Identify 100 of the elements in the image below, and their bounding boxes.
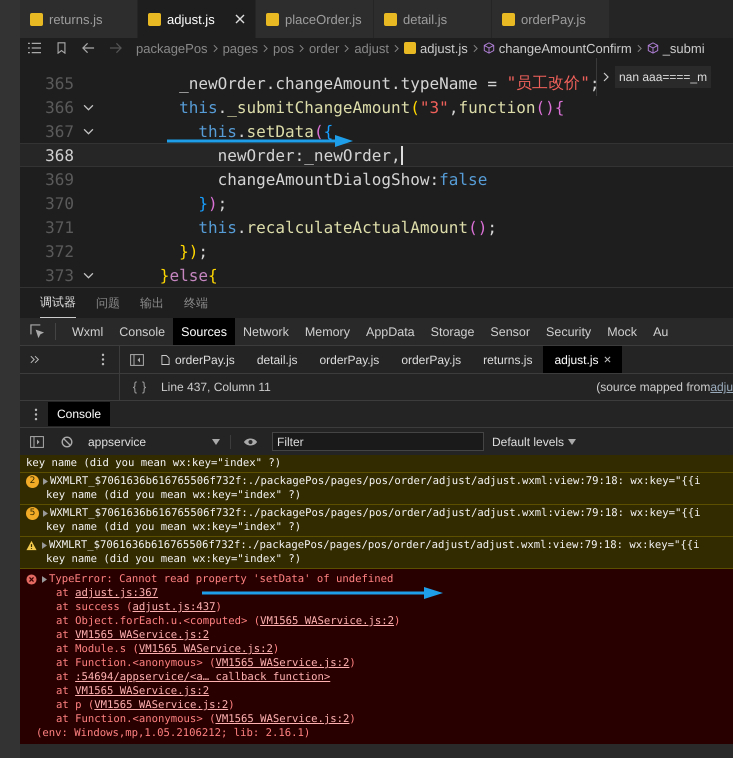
panel-tab[interactable]: 终端 xyxy=(184,288,208,318)
devtools-tab[interactable]: Storage xyxy=(422,318,482,345)
expand-triangle-icon[interactable] xyxy=(43,478,48,484)
editor-tab[interactable]: adjust.js xyxy=(138,0,256,38)
code-line: }else{ xyxy=(158,266,218,284)
sidebar-toggle-icon[interactable] xyxy=(30,436,44,448)
filter-field[interactable]: Filter xyxy=(272,432,484,451)
message-text: (env: Windows,mp,1.05.2106212; lib: 2.16.1) xyxy=(35,726,312,740)
panel-tab[interactable]: 问题 xyxy=(96,288,120,318)
more-icon[interactable] xyxy=(101,353,105,366)
stack-link[interactable]: VM1565 WAService.js:2 xyxy=(75,629,210,641)
js-file-icon xyxy=(384,12,397,26)
clear-console-icon[interactable] xyxy=(60,436,74,448)
devtools-tab[interactable]: Memory xyxy=(296,318,358,345)
stack-text: at xyxy=(56,629,70,641)
stack-link[interactable]: :54694/appservice/<a… callback function> xyxy=(75,671,330,683)
stack-text: at xyxy=(56,685,70,697)
js-file-icon xyxy=(148,12,161,26)
breadcrumb-item[interactable]: pos xyxy=(272,40,294,56)
devtools-tab[interactable]: AppData xyxy=(358,318,423,345)
close-icon[interactable] xyxy=(235,14,245,24)
source-link[interactable]: adju xyxy=(710,380,733,394)
code-line: }); xyxy=(178,242,208,260)
devtools-tab[interactable]: Security xyxy=(538,318,600,345)
editor-tab[interactable]: placeOrder.js xyxy=(256,0,374,38)
message-text: TypeError: Cannot read property 'setData' of undefined xyxy=(49,573,394,585)
breadcrumb-item[interactable]: _submi xyxy=(662,40,705,56)
stack-text: ) xyxy=(349,713,356,725)
expand-triangle-icon[interactable] xyxy=(42,576,47,582)
eye-icon[interactable] xyxy=(243,436,258,446)
pretty-print-icon[interactable] xyxy=(132,380,147,394)
context-dropdown[interactable]: appservice xyxy=(88,434,231,448)
source-file-tab[interactable]: returns.js xyxy=(472,346,544,373)
expand-triangle-icon[interactable] xyxy=(43,510,48,516)
stack-link[interactable]: VM1565 WAService.js:2 xyxy=(94,699,228,711)
devtools-tab[interactable]: Console xyxy=(111,318,174,345)
back-arrow-icon[interactable] xyxy=(82,42,95,54)
devtools-tab[interactable]: Wxml xyxy=(64,318,112,345)
devtools-tab[interactable]: Sources xyxy=(173,318,235,345)
chevron-icon xyxy=(212,44,218,52)
stack-link[interactable]: VM1565 WAService.js:2 xyxy=(138,643,273,655)
cube-icon xyxy=(646,42,659,54)
source-file-tab[interactable]: orderPay.js xyxy=(150,346,246,373)
dropdown-arrow-icon xyxy=(568,438,576,444)
levels-dropdown[interactable]: Default levels xyxy=(492,434,576,448)
code-line: this.recalculateActualAmount(); xyxy=(197,218,497,236)
devtools-tab[interactable]: Au xyxy=(645,318,676,345)
breadcrumb-item[interactable]: adjust.js xyxy=(420,40,468,56)
stack-link[interactable]: adjust.js:437 xyxy=(132,601,216,613)
stack-link[interactable]: VM1565 WAService.js:2 xyxy=(215,657,350,669)
source-file-tab[interactable]: orderPay.js xyxy=(390,346,472,373)
editor-tab[interactable]: returns.js xyxy=(20,0,138,38)
stack-link[interactable]: VM1565 WAService.js:2 xyxy=(260,615,394,627)
cursor-position: Line 437, Column 11 xyxy=(161,380,271,394)
line-number: 365 xyxy=(44,74,74,92)
console-tab[interactable]: Console xyxy=(48,402,110,426)
stack-text: at xyxy=(56,671,70,683)
source-file-tab[interactable]: detail.js xyxy=(246,346,308,373)
stack-link[interactable]: VM1565 WAService.js:2 xyxy=(215,713,350,725)
message-text: WXMLRT_$7061636b616765506f732f:./packagePos/pages/pos/order/adjust/adjust.wxml:view:79:18: wx:key="{{i xyxy=(50,507,701,519)
stack-text: at Object.forEach.u.<computed> ( xyxy=(56,615,260,627)
editor-tab[interactable]: detail.js xyxy=(374,0,492,38)
breadcrumb-item[interactable]: order xyxy=(308,40,340,56)
list-icon[interactable] xyxy=(28,42,41,54)
fold-chevron-icon[interactable] xyxy=(82,128,94,134)
devtools-tab[interactable]: Mock xyxy=(599,318,646,345)
chevron-icon xyxy=(298,44,304,52)
line-number: 372 xyxy=(44,242,74,260)
devtools-tab[interactable]: Network xyxy=(234,318,297,345)
source-file-tab[interactable]: adjust.js xyxy=(543,346,622,373)
js-file-icon xyxy=(404,42,416,54)
code-line: this._submitChangeAmount("3",function(){ xyxy=(178,98,564,116)
fold-chevron-icon[interactable] xyxy=(82,104,94,110)
js-file-icon xyxy=(502,12,515,26)
double-chevron-icon[interactable] xyxy=(30,355,40,364)
stack-text: at xyxy=(56,587,70,599)
more-icon[interactable] xyxy=(34,408,38,420)
code-line: newOrder:_newOrder, xyxy=(216,146,403,164)
breadcrumb-item[interactable]: pages xyxy=(222,40,258,56)
panel-tab[interactable]: 输出 xyxy=(140,288,164,318)
devtools-tab[interactable]: Sensor xyxy=(482,318,538,345)
expand-triangle-icon[interactable] xyxy=(42,542,47,548)
stack-text: ) xyxy=(272,643,280,655)
breadcrumb-item[interactable]: adjust xyxy=(354,40,390,56)
message-text: key name (did you mean wx:key="index" ?) xyxy=(26,456,282,470)
stack-text: at Function.<anonymous> ( xyxy=(56,657,216,669)
inspect-icon[interactable] xyxy=(30,324,45,339)
line-number: 369 xyxy=(44,170,74,188)
panel-toggle-icon[interactable] xyxy=(130,354,144,366)
line-number: 373 xyxy=(44,266,74,284)
stack-link[interactable]: VM1565 WAService.js:2 xyxy=(75,685,210,697)
close-icon[interactable] xyxy=(604,356,611,363)
stack-link[interactable]: adjust.js:367 xyxy=(75,587,158,599)
breadcrumb-item[interactable]: changeAmountConfirm xyxy=(498,40,632,56)
source-file-tab[interactable]: orderPay.js xyxy=(308,346,390,373)
editor-tab[interactable]: orderPay.js xyxy=(492,0,610,38)
code-line: changeAmountDialogShow:false xyxy=(216,170,488,188)
fold-chevron-icon[interactable] xyxy=(82,272,94,278)
bookmark-icon[interactable] xyxy=(55,42,68,54)
breadcrumb-item[interactable]: packagePos xyxy=(136,40,208,56)
